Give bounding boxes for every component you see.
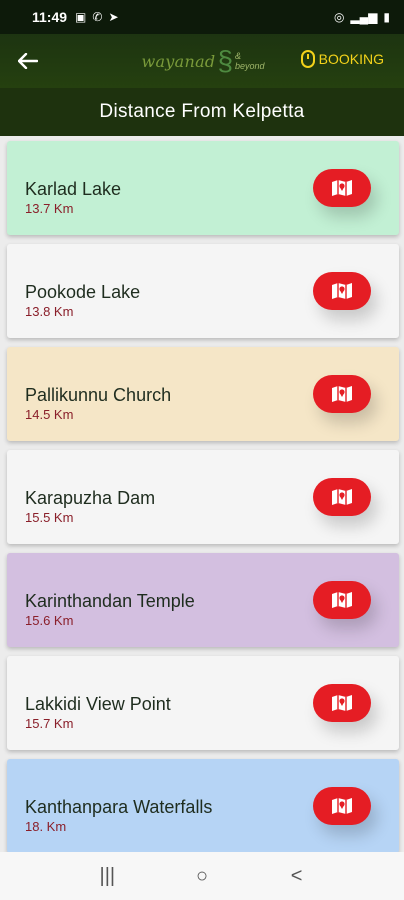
- place-distance: 13.8 Km: [25, 304, 74, 319]
- place-distance: 15.7 Km: [25, 716, 74, 731]
- place-card[interactable]: Karinthandan Temple 15.6 Km: [7, 553, 399, 647]
- place-name: Karinthandan Temple: [25, 591, 195, 611]
- home-icon: ○: [195, 864, 209, 887]
- logo-swirl-icon: §: [217, 45, 234, 76]
- open-map-button[interactable]: [313, 375, 371, 413]
- place-card[interactable]: Karapuzha Dam 15.5 Km: [7, 450, 399, 544]
- system-nav-bar: ||| ○ <: [0, 852, 404, 900]
- map-icon: [330, 486, 354, 508]
- recent-apps-icon: |||: [99, 864, 116, 887]
- place-name: Karlad Lake: [25, 179, 122, 199]
- open-map-button[interactable]: [313, 478, 371, 516]
- image-icon: ▣: [75, 10, 87, 24]
- open-map-button[interactable]: [313, 169, 371, 207]
- place-distance: 13.7 Km: [25, 201, 74, 216]
- place-card[interactable]: Pallikunnu Church 14.5 Km: [7, 347, 399, 441]
- map-icon: [330, 589, 354, 611]
- place-card[interactable]: Karlad Lake 13.7 Km: [7, 141, 399, 235]
- booking-button[interactable]: BOOKING: [300, 50, 384, 68]
- nav-back-icon: <: [290, 864, 303, 887]
- map-icon: [330, 280, 354, 302]
- battery-icon: ▮: [383, 10, 390, 24]
- home-button[interactable]: ○: [182, 856, 222, 896]
- hotspot-icon: ◎: [333, 10, 345, 24]
- map-icon: [330, 795, 354, 817]
- place-distance: 14.5 Km: [25, 407, 74, 422]
- signal-icon: ▂▄▆: [350, 10, 378, 24]
- recent-apps-button[interactable]: |||: [87, 856, 127, 896]
- place-name: Pallikunnu Church: [25, 385, 172, 405]
- map-icon: [330, 383, 354, 405]
- page-title: Distance From Kelpetta: [0, 88, 404, 136]
- open-map-button[interactable]: [313, 581, 371, 619]
- place-name: Pookode Lake: [25, 282, 141, 302]
- place-card[interactable]: Pookode Lake 13.8 Km: [7, 244, 399, 338]
- places-list[interactable]: Karlad Lake 13.7 Km Pookode Lake 13.8 Km Pal…: [0, 136, 404, 852]
- place-name: Lakkidi View Point: [25, 694, 171, 714]
- open-map-button[interactable]: [313, 787, 371, 825]
- open-map-button[interactable]: [313, 272, 371, 310]
- status-time: 11:49: [32, 9, 68, 25]
- place-name: Kanthanpara Waterfalls: [25, 797, 213, 817]
- logo-sub-text: & beyond: [235, 51, 265, 71]
- map-icon: [330, 692, 354, 714]
- place-distance: 18. Km: [25, 819, 67, 834]
- place-card[interactable]: Lakkidi View Point 15.7 Km: [7, 656, 399, 750]
- app-bar: wayanad § & beyond BOOKING: [0, 34, 404, 88]
- status-bar: 11:49 ▣ ✆ ➤ ◎ ▂▄▆ ▮: [0, 0, 404, 34]
- logo-text: wayanad: [141, 51, 216, 71]
- back-arrow-icon[interactable]: [0, 34, 56, 88]
- booking-label: BOOKING: [318, 51, 384, 67]
- mouse-icon: [300, 50, 315, 68]
- place-distance: 15.6 Km: [25, 613, 74, 628]
- nav-back-button[interactable]: <: [277, 856, 317, 896]
- place-card[interactable]: Kanthanpara Waterfalls 18. Km: [7, 759, 399, 852]
- telegram-icon: ➤: [108, 10, 119, 24]
- map-icon: [330, 177, 354, 199]
- wayanad-logo: wayanad § & beyond: [141, 40, 265, 82]
- place-name: Karapuzha Dam: [25, 488, 156, 508]
- place-distance: 15.5 Km: [25, 510, 74, 525]
- open-map-button[interactable]: [313, 684, 371, 722]
- phone-icon: ✆: [92, 10, 103, 24]
